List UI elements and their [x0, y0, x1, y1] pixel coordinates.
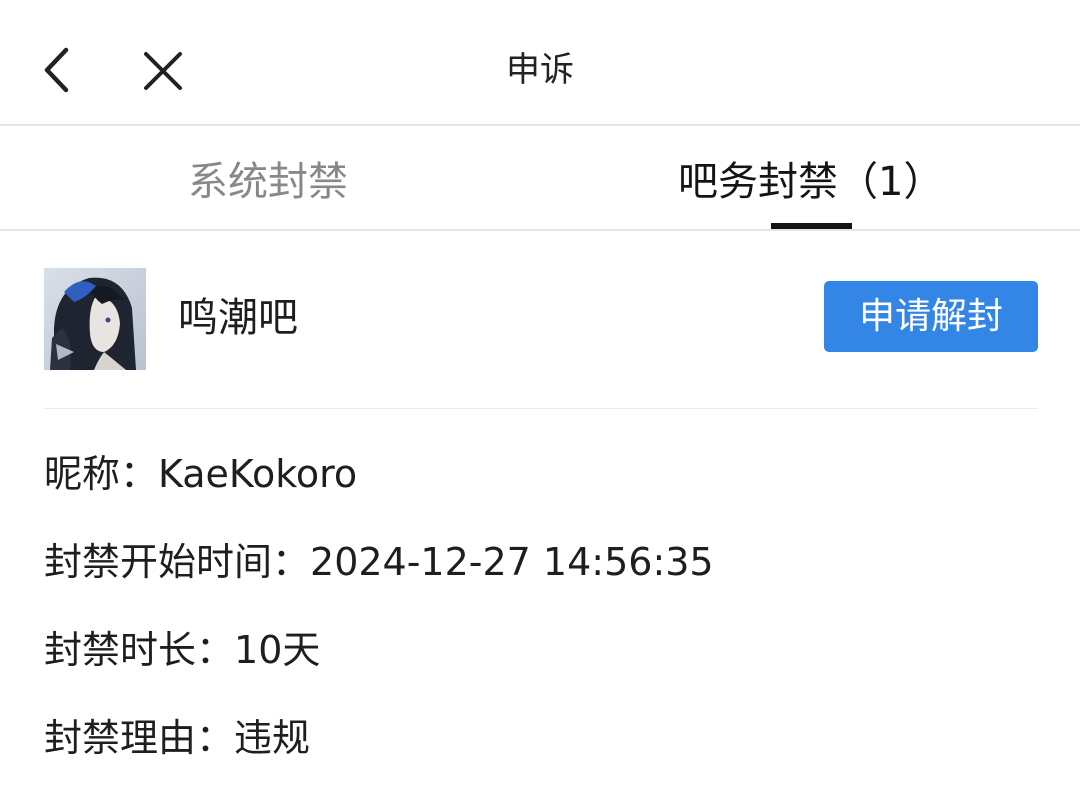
apply-unban-button[interactable]: 申请解封	[824, 281, 1038, 352]
tab-system-ban[interactable]: 系统封禁	[188, 154, 348, 210]
ban-duration-value: 10天	[234, 628, 321, 672]
tab-forum-admin-ban[interactable]: 吧务封禁（1）	[678, 154, 943, 210]
ban-reason-label: 封禁理由：	[44, 716, 235, 760]
ban-start-label: 封禁开始时间：	[44, 540, 311, 584]
forum-row: 鸣潮吧 申请解封	[44, 268, 1038, 370]
nickname-value: KaeKokoro	[158, 452, 358, 496]
forum-name[interactable]: 鸣潮吧	[178, 290, 298, 346]
ban-reason-value: 违规	[234, 716, 311, 760]
divider	[44, 408, 1038, 409]
ban-duration-label: 封禁时长：	[44, 628, 235, 672]
header-bar: 申诉	[0, 0, 1080, 126]
ban-start-row: 封禁开始时间：2024-12-27 14:56:35	[44, 534, 714, 590]
nickname-row: 昵称：KaeKokoro	[44, 446, 357, 502]
active-tab-indicator	[771, 223, 852, 229]
tab-bar: 系统封禁 吧务封禁（1）	[0, 126, 1080, 231]
page-title: 申诉	[506, 50, 574, 90]
ban-reason-row: 封禁理由：违规	[44, 710, 310, 766]
nickname-label: 昵称：	[44, 452, 159, 496]
ban-start-value: 2024-12-27 14:56:35	[310, 540, 714, 584]
ban-duration-row: 封禁时长：10天	[44, 622, 320, 678]
forum-avatar[interactable]	[44, 268, 146, 370]
